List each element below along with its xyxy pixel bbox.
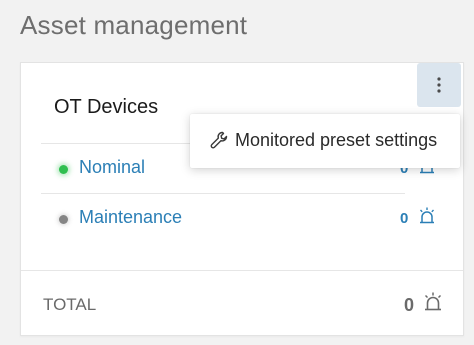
total-row: TOTAL 0 — [21, 270, 463, 335]
status-link-maintenance[interactable]: Maintenance — [79, 207, 182, 228]
alarm-icon[interactable] — [418, 206, 436, 226]
card-title: OT Devices — [54, 96, 159, 118]
total-count: 0 — [404, 295, 415, 315]
card-menu-button[interactable] — [417, 63, 461, 107]
ot-devices-card: OT Devices Nominal 0 Maintenance 0 TOTAL… — [20, 62, 464, 336]
menu-item-label: Monitored preset settings — [235, 130, 438, 150]
vertical-ellipsis-icon — [437, 77, 441, 93]
status-link-nominal[interactable]: Nominal — [79, 157, 145, 178]
status-dot-maintenance — [59, 215, 68, 224]
status-row-maintenance: Maintenance 0 — [41, 193, 435, 244]
card-menu-dropdown: Monitored preset settings — [190, 114, 460, 168]
page-title: Asset management — [20, 10, 248, 40]
total-label: TOTAL — [43, 295, 97, 314]
alarm-icon — [424, 292, 442, 311]
menu-item-monitored-preset-settings[interactable]: Monitored preset settings — [190, 114, 460, 168]
status-count-maintenance[interactable]: 0 — [400, 210, 408, 227]
asset-management-page: Asset management OT Devices Nominal 0 Ma… — [0, 0, 474, 345]
wrench-icon — [210, 131, 228, 149]
status-dot-nominal — [59, 165, 68, 174]
